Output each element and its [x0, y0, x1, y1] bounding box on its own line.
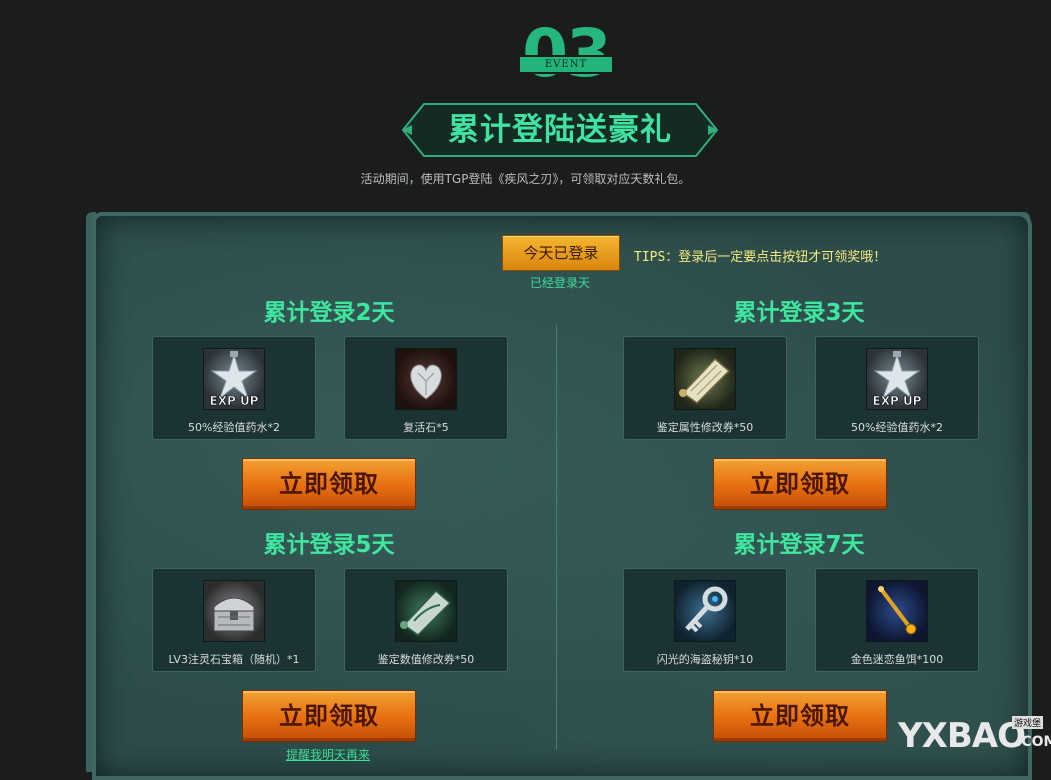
event-number: 03 [522, 15, 612, 92]
reward-card-exp-potion: EXP UP 50%经验值药水*2 [815, 336, 979, 440]
reward-card-value-scroll: 鉴定数值修改券*50 [344, 568, 508, 672]
event-description: 活动期间，使用TGP登陆《疾风之刃》，可领取对应天数礼包。 [360, 172, 691, 186]
green-scroll-icon [395, 580, 457, 642]
reward-label: 50%经验值药水*2 [188, 421, 280, 434]
claim-button-5-days[interactable]: 立即领取 [242, 690, 416, 742]
reward-card-pirate-key: 闪光的海盗秘钥*10 [623, 568, 787, 672]
section-title-5-days: 累计登录5天 [263, 532, 395, 558]
remind-tomorrow-link[interactable]: 提醒我明天再来 [242, 746, 414, 763]
scroll-icon [674, 348, 736, 410]
reward-label: 金色迷恋鱼饵*100 [850, 653, 944, 666]
revive-stone-icon [395, 348, 457, 410]
site-watermark-logo: YXBAO 游戏堡 .COM [898, 712, 1051, 758]
watermark-domain-text: .COM [1016, 734, 1051, 750]
treasure-chest-icon [203, 580, 265, 642]
reward-card-exp-potion: EXP UP 50%经验值药水*2 [152, 336, 316, 440]
page-title: 累计登陆送豪礼 [448, 112, 672, 148]
watermark-text: YXBAO [898, 716, 1026, 756]
reward-card-treasure-chest: LV3注灵石宝箱（随机）*1 [152, 568, 316, 672]
reward-card-revive-stone: 复活石*5 [344, 336, 508, 440]
watermark-small-text: 游戏堡 [1012, 716, 1044, 729]
event-number-badge: 03 EVENT [519, 15, 613, 92]
section-title-7-days: 累计登录7天 [733, 532, 865, 558]
event-title-banner: 累计登陆送豪礼 [402, 103, 718, 157]
column-divider [556, 325, 557, 750]
svg-text:EXP UP: EXP UP [210, 394, 259, 408]
reward-card-attribute-scroll: 鉴定属性修改券*50 [623, 336, 787, 440]
exp-potion-icon: EXP UP [203, 348, 265, 410]
reward-label: 鉴定数值修改券*50 [377, 653, 475, 666]
exp-potion-icon: EXP UP [866, 348, 928, 410]
claim-button-3-days[interactable]: 立即领取 [713, 458, 887, 510]
tips-text: TIPS：登录后一定要点击按钮才可领奖哦！ [634, 250, 887, 265]
logged-in-today-button[interactable]: 今天已登录 [502, 235, 620, 271]
reward-label: 闪光的海盗秘钥*10 [656, 653, 754, 666]
claim-button-7-days[interactable]: 立即领取 [713, 690, 887, 742]
reward-label: 50%经验值药水*2 [851, 421, 943, 434]
reward-label: 鉴定属性修改券*50 [656, 421, 754, 434]
section-title-2-days: 累计登录2天 [263, 300, 395, 326]
event-tag: EVENT [520, 55, 612, 74]
key-icon [674, 580, 736, 642]
svg-text:EXP UP: EXP UP [873, 394, 922, 408]
reward-card-golden-bait: 金色迷恋鱼饵*100 [815, 568, 979, 672]
login-days-text: 已经登录天 [529, 276, 590, 290]
claim-button-2-days[interactable]: 立即领取 [242, 458, 416, 510]
reward-label: LV3注灵石宝箱（随机）*1 [168, 653, 300, 666]
reward-label: 复活石*5 [403, 421, 449, 434]
golden-bait-icon [866, 580, 928, 642]
section-title-3-days: 累计登录3天 [733, 300, 865, 326]
